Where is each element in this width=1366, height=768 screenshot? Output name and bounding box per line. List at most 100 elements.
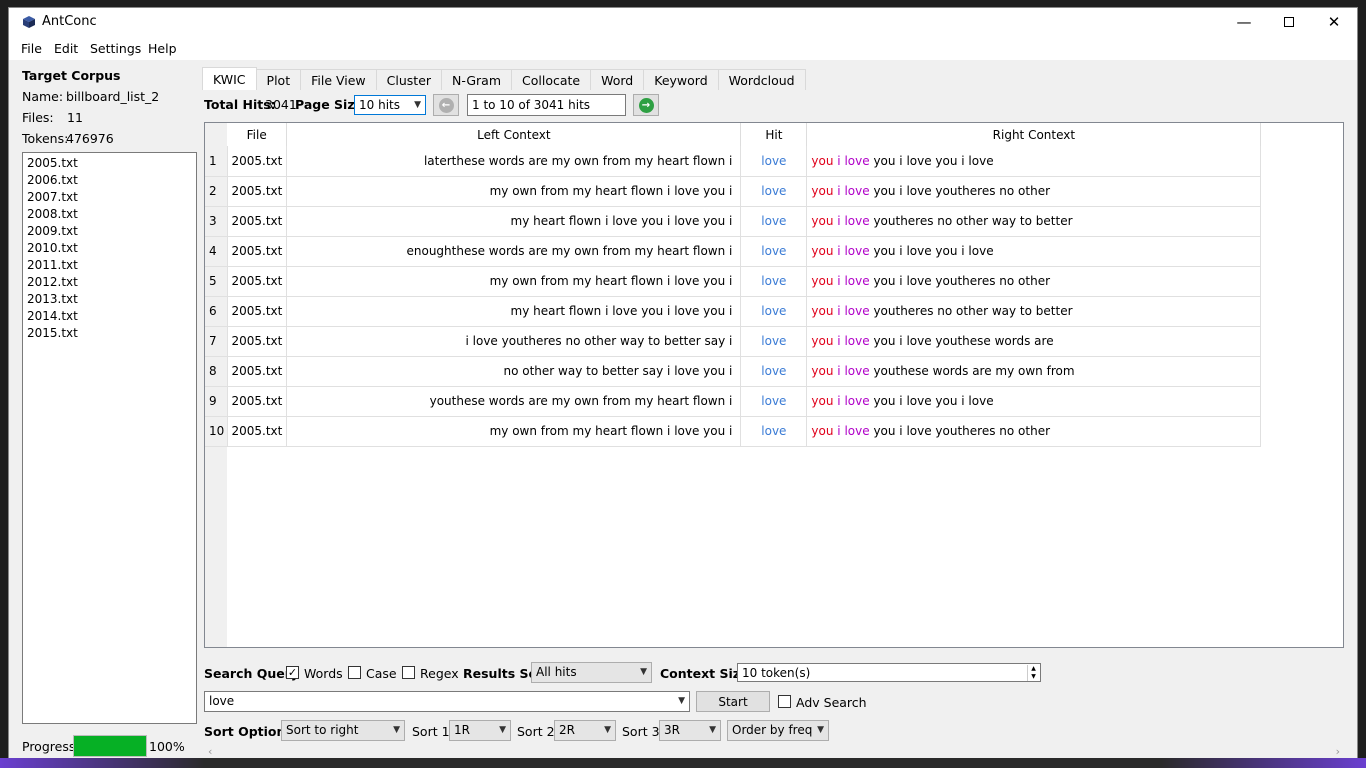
tab-file-view[interactable]: File View — [300, 69, 377, 90]
column-header-left-context[interactable]: Left Context — [286, 123, 742, 146]
row-number: 2 — [205, 176, 228, 207]
search-query-input[interactable]: love ▼ — [204, 691, 690, 712]
kwic-results-table[interactable]: File Left Context Hit Right Context 1 200… — [204, 122, 1344, 648]
menu-help[interactable]: Help — [148, 41, 177, 56]
menu-settings[interactable]: Settings — [90, 41, 141, 56]
file-list-item[interactable]: 2011.txt — [27, 257, 192, 274]
file-list-item[interactable]: 2010.txt — [27, 240, 192, 257]
minimize-button[interactable]: — — [1221, 8, 1267, 36]
sort2-select[interactable]: 2R ▼ — [554, 720, 616, 741]
row-number: 7 — [205, 326, 228, 357]
file-list-item[interactable]: 2006.txt — [27, 172, 192, 189]
table-row[interactable]: 8 2005.txt no other way to better say i lo… — [205, 356, 1262, 387]
right-context-word-1: you — [811, 304, 834, 318]
close-button[interactable]: ✕ — [1311, 8, 1357, 36]
file-list-item[interactable]: 2014.txt — [27, 308, 192, 325]
menu-edit[interactable]: Edit — [54, 41, 78, 56]
total-hits-value: 3041 — [265, 97, 297, 112]
table-row[interactable]: 1 2005.txt laterthese words are my own fro… — [205, 146, 1262, 177]
tab-cluster[interactable]: Cluster — [375, 69, 443, 90]
target-corpus-heading: Target Corpus — [22, 68, 121, 83]
table-row[interactable]: 9 2005.txt youthese words are my own from … — [205, 386, 1262, 417]
right-context-word-3: love — [844, 244, 870, 258]
file-list-item[interactable]: 2007.txt — [27, 189, 192, 206]
table-row[interactable]: 5 2005.txt my own from my heart flown i lo… — [205, 266, 1262, 297]
case-checkbox[interactable] — [348, 666, 361, 679]
scroll-right-icon[interactable]: › — [1336, 745, 1340, 758]
previous-page-button[interactable]: ← — [433, 94, 459, 116]
file-list-item[interactable]: 2012.txt — [27, 274, 192, 291]
file-list-item[interactable]: 2015.txt — [27, 325, 192, 342]
right-context-rest: you i love you i love — [873, 394, 994, 408]
table-row[interactable]: 2 2005.txt my own from my heart flown i lo… — [205, 176, 1262, 207]
right-context-cell: you i love youtheres no other way to bet… — [806, 206, 1262, 237]
sort-mode-value: Sort to right — [286, 723, 359, 737]
file-list-item[interactable]: 2009.txt — [27, 223, 192, 240]
context-size-spinner[interactable]: 10 token(s) ▲ ▼ — [737, 663, 1041, 682]
hit-cell: love — [740, 416, 808, 447]
file-cell: 2005.txt — [227, 176, 288, 207]
right-context-cell: you i love you i love youthese words are — [806, 326, 1262, 357]
start-button[interactable]: Start — [696, 691, 770, 712]
file-list-item[interactable]: 2008.txt — [27, 206, 192, 223]
column-header-hit[interactable]: Hit — [740, 123, 808, 146]
chevron-down-icon: ▼ — [414, 100, 421, 110]
left-context-cell: i love youtheres no other way to better … — [286, 326, 742, 357]
next-page-button[interactable]: → — [633, 94, 659, 116]
tab-wordcloud[interactable]: Wordcloud — [717, 69, 806, 90]
right-context-cell: you i love you i love youtheres no other — [806, 266, 1262, 297]
tab-kwic[interactable]: KWIC — [202, 67, 257, 90]
adv-search-checkbox[interactable] — [778, 695, 791, 708]
hit-cell: love — [740, 356, 808, 387]
menu-bar: File Edit Settings Help — [9, 36, 1357, 60]
sort1-label: Sort 1 — [412, 724, 450, 739]
right-context-word-1: you — [811, 364, 834, 378]
table-row[interactable]: 6 2005.txt my heart flown i love you i lov… — [205, 296, 1262, 327]
chevron-down-icon: ▼ — [678, 696, 685, 706]
file-list-item[interactable]: 2013.txt — [27, 291, 192, 308]
file-cell: 2005.txt — [227, 386, 288, 417]
chevron-down-icon: ▼ — [393, 725, 400, 735]
right-context-rest: you i love you i love — [873, 153, 994, 168]
left-context-cell: my own from my heart flown i love you i — [286, 266, 742, 297]
tab-word[interactable]: Word — [590, 69, 645, 90]
left-context-cell: my heart flown i love you i love you i — [286, 296, 742, 327]
left-context-cell: youthese words are my own from my heart … — [286, 386, 742, 417]
column-header-right-context[interactable]: Right Context — [806, 123, 1262, 146]
tab-plot[interactable]: Plot — [255, 69, 302, 90]
table-row[interactable]: 7 2005.txt i love youtheres no other way t… — [205, 326, 1262, 357]
sort1-select[interactable]: 1R ▼ — [449, 720, 511, 741]
tab-keyword[interactable]: Keyword — [643, 69, 719, 90]
sort-mode-select[interactable]: Sort to right ▼ — [281, 720, 405, 741]
right-context-rest: youtheres no other way to better — [873, 304, 1073, 318]
page-size-select[interactable]: 10 hits ▼ — [354, 95, 426, 115]
right-context-word-1: you — [811, 424, 834, 438]
results-set-value: All hits — [536, 665, 577, 679]
maximize-button[interactable] — [1266, 8, 1312, 36]
close-icon: ✕ — [1327, 13, 1341, 31]
results-set-select[interactable]: All hits ▼ — [531, 662, 652, 683]
app-window: AntConc — ✕ File Edit Settings Help Targ… — [8, 7, 1358, 768]
regex-checkbox[interactable] — [402, 666, 415, 679]
table-row[interactable]: 10 2005.txt my own from my heart flown i l… — [205, 416, 1262, 447]
right-context-word-3: love — [844, 274, 870, 288]
table-row[interactable]: 4 2005.txt enoughthese words are my own fr… — [205, 236, 1262, 267]
right-context-cell: you i love you i love youtheres no other — [806, 176, 1262, 207]
taskbar-strip — [0, 758, 1366, 768]
file-list-item[interactable]: 2005.txt — [27, 155, 192, 172]
words-checkbox[interactable]: ✓ — [286, 666, 299, 679]
tab-collocate[interactable]: Collocate — [511, 69, 592, 90]
scroll-left-icon[interactable]: ‹ — [208, 745, 212, 758]
menu-file[interactable]: File — [21, 41, 42, 56]
tab-n-gram[interactable]: N-Gram — [441, 69, 513, 90]
corpus-file-list[interactable]: 2005.txt 2006.txt 2007.txt 2008.txt 2009… — [22, 152, 197, 724]
sort1-value: 1R — [454, 723, 470, 737]
column-header-file[interactable]: File — [227, 123, 288, 146]
row-number: 10 — [205, 416, 228, 447]
right-context-cell: you i love you i love you i love — [806, 386, 1262, 417]
spinner-arrows-icon[interactable]: ▲ ▼ — [1027, 665, 1039, 681]
sort3-select[interactable]: 3R ▼ — [659, 720, 721, 741]
order-select[interactable]: Order by freq ▼ — [727, 720, 829, 741]
table-row[interactable]: 3 2005.txt my heart flown i love you i lov… — [205, 206, 1262, 237]
corpus-name-label: Name: — [22, 89, 64, 104]
